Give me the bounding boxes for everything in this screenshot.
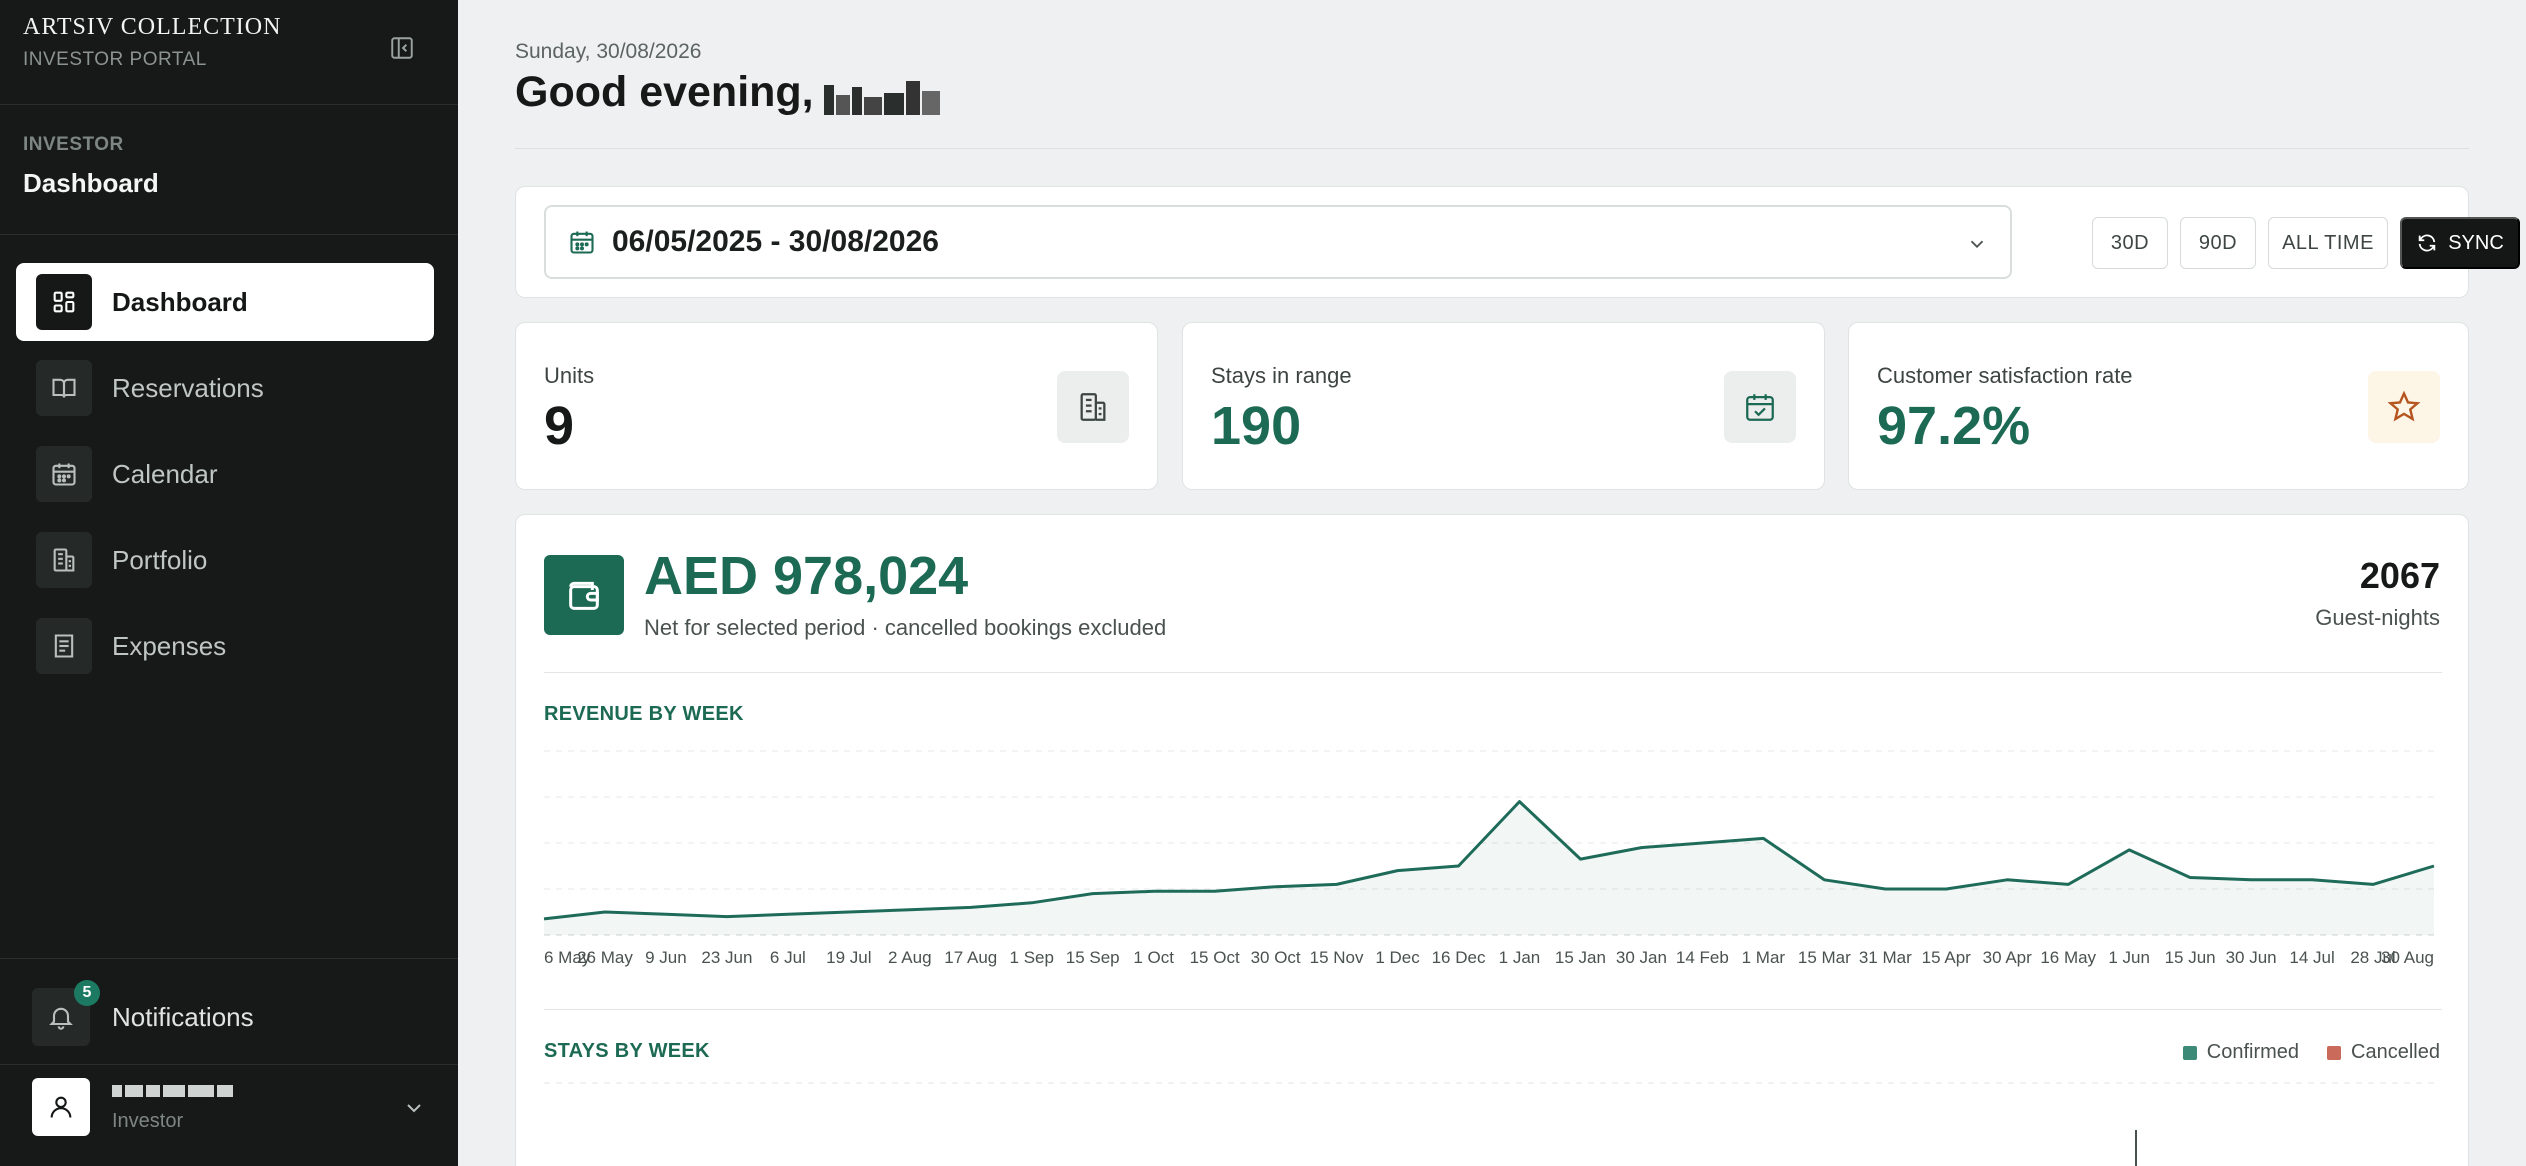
brand-subtitle: INVESTOR PORTAL [23, 49, 207, 70]
sidebar-nav: Dashboard Reservations Calendar Portfoli… [16, 263, 434, 693]
range-30d-button[interactable]: 30D [2092, 217, 2168, 269]
greeting-text: Good evening, [515, 68, 814, 116]
page-title: Good evening, [515, 68, 940, 117]
sidebar-collapse-button[interactable] [386, 32, 418, 64]
date-range-select[interactable]: 06/05/2025 - 30/08/2026 [544, 205, 2012, 279]
sidebar-item-calendar[interactable]: Calendar [16, 435, 434, 513]
notification-count-badge: 5 [74, 980, 100, 1006]
stat-card-stays: Stays in range 190 [1182, 322, 1825, 490]
main-content: Sunday, 30/08/2026 Good evening, 06/05/2… [458, 0, 2526, 1166]
range-all-time-button[interactable]: ALL TIME [2268, 217, 2388, 269]
stat-label: Units [544, 363, 595, 388]
grid-icon [36, 274, 92, 330]
sidebar-divider [0, 104, 458, 105]
refresh-icon [2418, 234, 2436, 252]
sidebar-item-reservations[interactable]: Reservations [16, 349, 434, 427]
stat-card-units: Units 9 [515, 322, 1158, 490]
notifications-label: Notifications [112, 1001, 254, 1032]
section-title: Dashboard [23, 168, 159, 198]
user-name-redacted [112, 1082, 233, 1100]
calendar-icon [36, 446, 92, 502]
book-icon [36, 360, 92, 416]
sidebar-item-label: Expenses [112, 630, 227, 661]
user-role: Investor [112, 1109, 184, 1132]
receipt-icon [36, 618, 92, 674]
user-menu[interactable]: Investor [32, 1078, 426, 1136]
section-label: INVESTOR [23, 134, 124, 155]
brand-name: ARTSIV COLLECTION [23, 14, 282, 40]
building-icon [36, 532, 92, 588]
chevron-down-icon [1970, 240, 1984, 249]
sidebar-divider [0, 234, 458, 235]
notifications-button[interactable]: 5 Notifications [32, 980, 254, 1046]
stat-label: Customer satisfaction rate [1877, 363, 2133, 388]
stat-card-satisfaction: Customer satisfaction rate 97.2% [1848, 322, 2469, 490]
chevron-down-icon[interactable] [402, 1096, 426, 1125]
current-date: Sunday, 30/08/2026 [515, 40, 702, 63]
user-info: Investor [112, 1082, 233, 1133]
building-icon [1057, 371, 1129, 443]
range-90d-button[interactable]: 90D [2180, 217, 2256, 269]
star-icon [2368, 371, 2440, 443]
sidebar: ARTSIV COLLECTION INVESTOR PORTAL INVEST… [0, 0, 458, 1166]
stat-value: 97.2% [1877, 396, 2031, 456]
sidebar-item-label: Calendar [112, 458, 218, 489]
sidebar-divider [0, 958, 458, 959]
revenue-card: AED 978,024 Net for selected period · ca… [515, 514, 2469, 1166]
sync-label: SYNC [2448, 231, 2504, 254]
header-divider [515, 148, 2469, 149]
calendar-check-icon [1724, 371, 1796, 443]
stat-value: 9 [544, 396, 575, 456]
stays-by-week-chart [544, 1082, 2434, 1166]
bell-icon: 5 [32, 980, 100, 1046]
sidebar-divider [0, 1064, 458, 1065]
sync-button[interactable]: SYNC [2400, 217, 2520, 269]
panel-collapse-icon [391, 37, 413, 59]
sidebar-item-dashboard[interactable]: Dashboard [16, 263, 434, 341]
stat-value: 190 [1211, 396, 1302, 456]
sidebar-item-label: Reservations [112, 372, 264, 403]
date-range-value: 06/05/2025 - 30/08/2026 [612, 225, 939, 258]
sidebar-item-label: Dashboard [112, 286, 248, 317]
filter-bar: 06/05/2025 - 30/08/2026 30D 90D ALL TIME… [515, 186, 2520, 298]
sidebar-item-portfolio[interactable]: Portfolio [16, 521, 434, 599]
sidebar-item-expenses[interactable]: Expenses [16, 607, 434, 685]
user-avatar-icon [32, 1078, 90, 1136]
user-name-redacted [823, 71, 940, 115]
stat-label: Stays in range [1211, 363, 1352, 388]
calendar-icon [570, 231, 594, 254]
brand: ARTSIV COLLECTION INVESTOR PORTAL [23, 14, 281, 71]
sidebar-item-label: Portfolio [112, 544, 208, 575]
